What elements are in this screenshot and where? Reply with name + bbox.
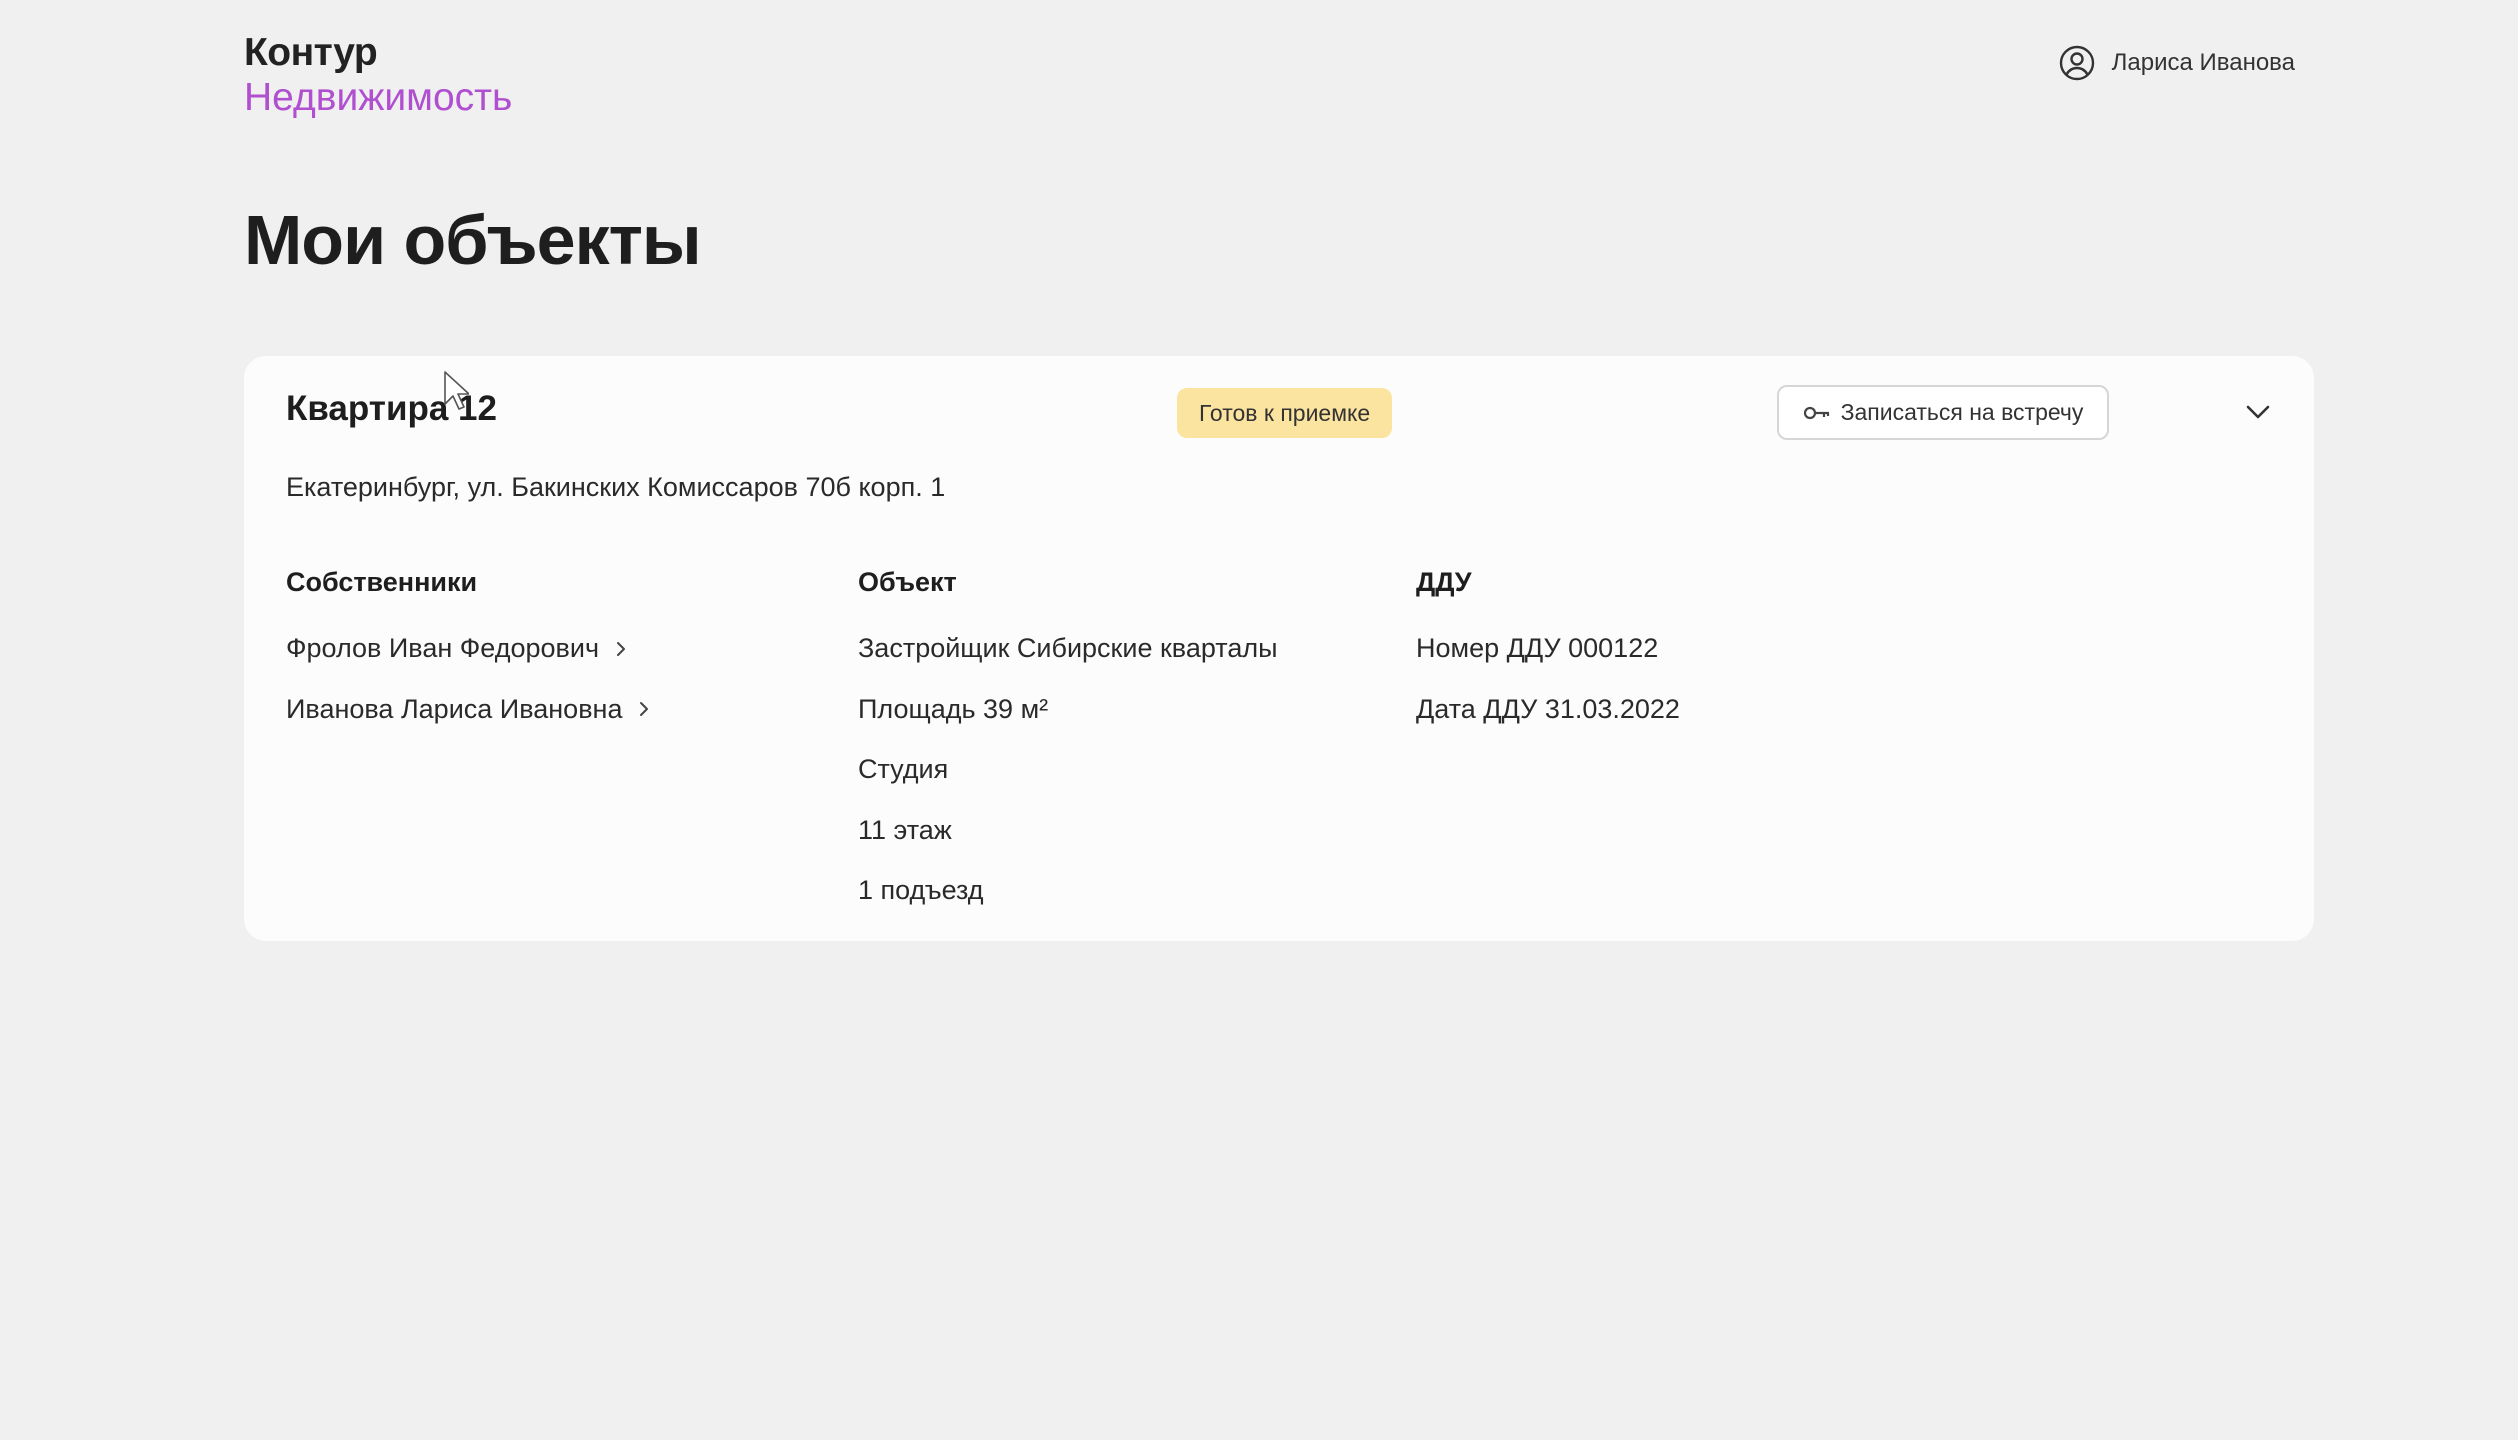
chevron-down-icon[interactable] [2240, 394, 2276, 430]
page-title: Мои объекты [244, 201, 702, 279]
object-header: Объект [858, 567, 957, 597]
user-circle-icon [2059, 45, 2094, 81]
owners-column: Собственники Фролов Иван Федорович Ивано… [286, 567, 652, 754]
object-layout: Студия [858, 754, 949, 784]
ddu-column: ДДУ Номер ДДУ 000122 Дата ДДУ 31.03.2022 [1416, 567, 1680, 754]
status-badge: Готов к приемке [1177, 388, 1393, 438]
schedule-meeting-button[interactable]: Записаться на встречу [1777, 385, 2109, 440]
chevron-right-icon [640, 702, 649, 716]
owners-header: Собственники [286, 567, 478, 597]
object-column: Объект Застройщик Сибирские кварталы Пло… [858, 567, 1278, 936]
owner-row: Фролов Иван Федорович [286, 633, 652, 694]
page: Контур Недвижимость Лариса Иванова Мои о… [0, 0, 2518, 1440]
object-area: Площадь 39 м² [858, 693, 1049, 724]
owner-name: Фролов Иван Федорович [286, 633, 600, 663]
property-card: Квартира 12 Готов к приемке Записаться н… [244, 356, 2314, 941]
user-menu[interactable]: Лариса Иванова [2058, 44, 2295, 82]
object-entrance: 1 подъезд [858, 875, 984, 905]
logo-brand: Контур [244, 31, 378, 74]
logo[interactable]: Контур Недвижимость [244, 30, 512, 122]
ddu-header: ДДУ [1416, 567, 1472, 597]
schedule-meeting-label: Записаться на встречу [1840, 399, 2084, 425]
object-floor: 11 этаж [858, 814, 952, 845]
owner-name: Иванова Лариса Ивановна [286, 693, 623, 724]
key-icon [1803, 406, 1829, 419]
mouse-pointer-icon [444, 371, 469, 410]
chevron-right-icon [617, 641, 626, 656]
owner-link[interactable]: Фролов Иван Федорович [286, 633, 629, 664]
ddu-number: Номер ДДУ 000122 [1416, 633, 1659, 663]
logo-product: Недвижимость [244, 75, 513, 119]
property-address: Екатеринбург, ул. Бакинских Комиссаров 7… [286, 472, 946, 502]
ddu-date: Дата ДДУ 31.03.2022 [1416, 693, 1680, 724]
object-developer: Застройщик Сибирские кварталы [858, 633, 1278, 663]
owner-row: Иванова Лариса Ивановна [286, 694, 652, 755]
owner-link[interactable]: Иванова Лариса Ивановна [286, 694, 652, 725]
user-name: Лариса Иванова [2111, 49, 2295, 76]
